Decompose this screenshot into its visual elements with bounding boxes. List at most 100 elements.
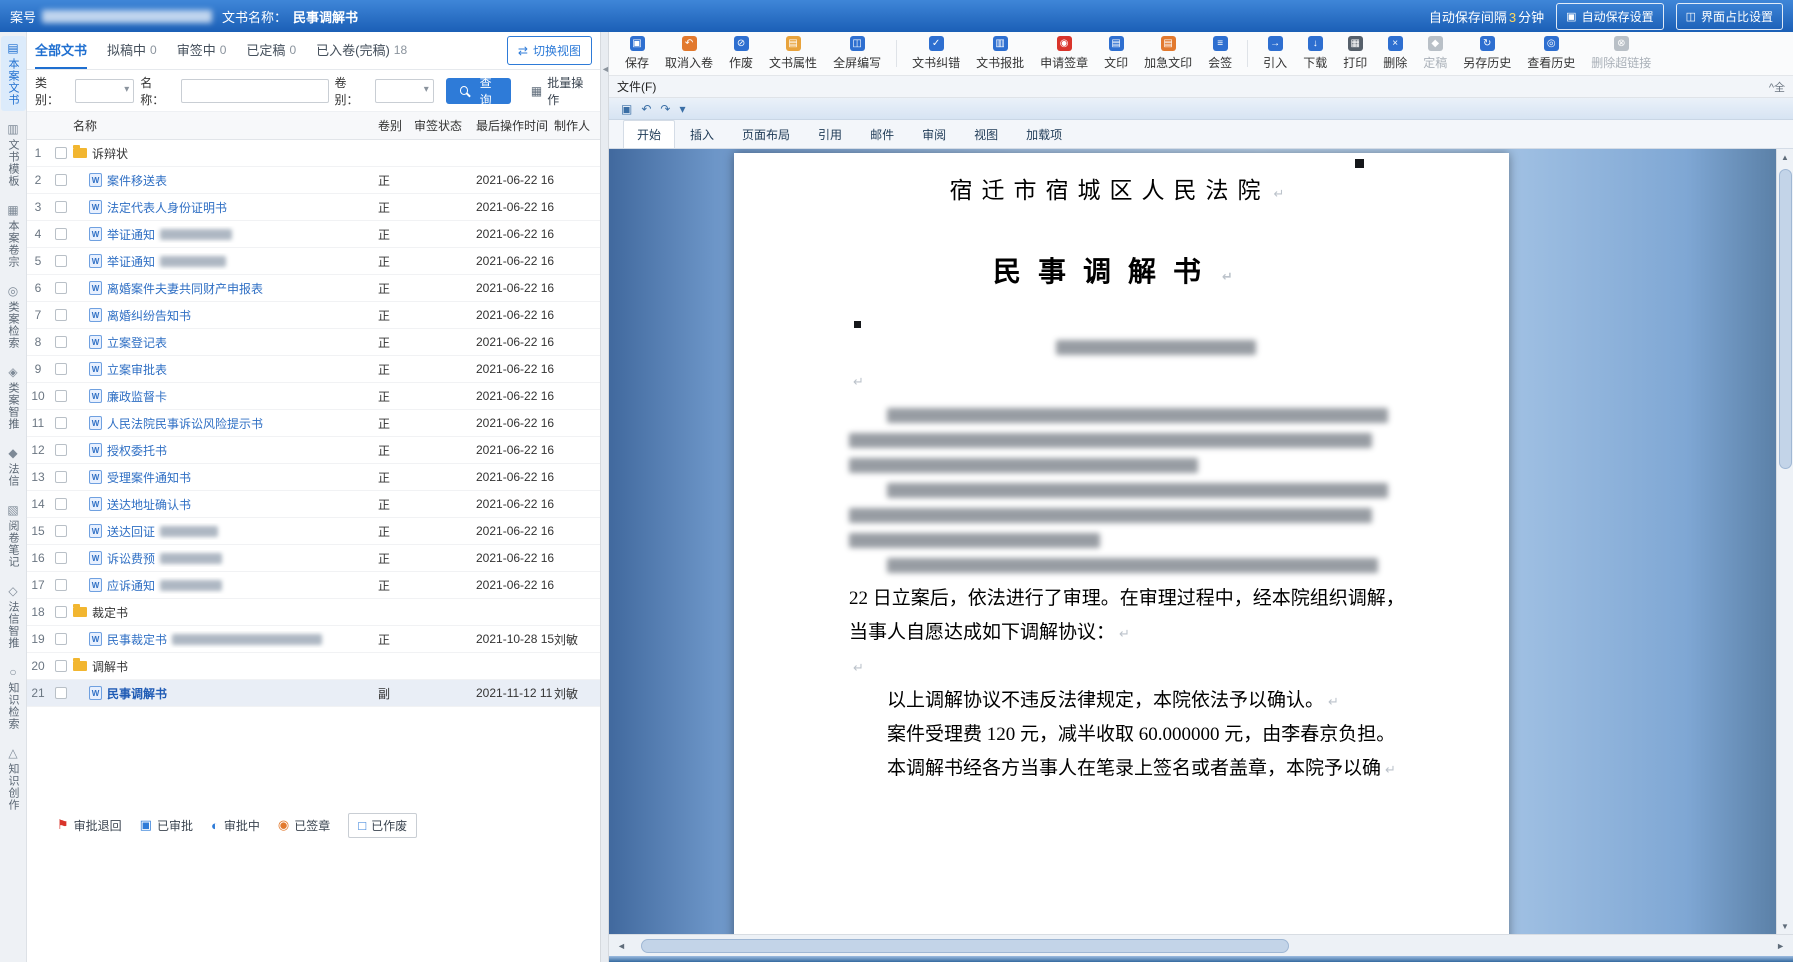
doc-link[interactable]: W案件移送表	[73, 172, 378, 189]
vertical-scrollbar[interactable]: ▲ ▼	[1776, 149, 1793, 934]
table-row[interactable]: 6W离婚案件夫妻共同财产申报表正2021-06-22 16	[27, 275, 600, 302]
sidebar-item-similar-case-search[interactable]: ◎类案检索	[1, 279, 26, 354]
file-menu[interactable]: 文件(F)	[617, 78, 656, 95]
row-checkbox[interactable]	[49, 309, 73, 321]
delete-button[interactable]: ×删除	[1375, 34, 1415, 73]
doc-link[interactable]: W人民法院民事诉讼风险提示书	[73, 415, 378, 432]
doc-link[interactable]: W民事裁定书	[73, 631, 378, 648]
row-checkbox[interactable]	[49, 390, 73, 402]
table-row[interactable]: 18裁定书	[27, 599, 600, 626]
remove-hyperlinks-button[interactable]: ⊗删除超链接	[1583, 34, 1659, 73]
download-button[interactable]: ↓下载	[1295, 34, 1335, 73]
scroll-right-icon[interactable]: ►	[1771, 941, 1790, 951]
ribbon-tab-references[interactable]: 引用	[805, 121, 855, 148]
doc-link[interactable]: W离婚案件夫妻共同财产申报表	[73, 280, 378, 297]
doc-link[interactable]: W法定代表人身份证明书	[73, 199, 378, 216]
document-page[interactable]: 宿迁市宿城区人民法院 民事调解书 22 日立案后，依法进行了审理。在审理过程中，…	[734, 153, 1509, 934]
row-checkbox[interactable]	[49, 174, 73, 186]
customize-icon[interactable]: ▾	[679, 102, 685, 116]
row-checkbox[interactable]	[49, 606, 73, 618]
switch-view-button[interactable]: ⇄切换视图	[507, 36, 592, 65]
vscroll-thumb[interactable]	[1779, 169, 1792, 469]
sidebar-item-case-files[interactable]: ▦本案卷宗	[1, 198, 26, 273]
table-row[interactable]: 3W法定代表人身份证明书正2021-06-22 16	[27, 194, 600, 221]
save-icon[interactable]: ▣	[621, 102, 632, 116]
table-row[interactable]: 14W送达地址确认书正2021-06-22 16	[27, 491, 600, 518]
scroll-left-icon[interactable]: ◄	[612, 941, 631, 951]
row-checkbox[interactable]	[49, 525, 73, 537]
doc-link[interactable]: W送达地址确认书	[73, 496, 378, 513]
doc-link[interactable]: W举证通知	[73, 226, 378, 243]
table-row[interactable]: 9W立案审批表正2021-06-22 16	[27, 356, 600, 383]
doc-link[interactable]: W受理案件通知书	[73, 469, 378, 486]
row-checkbox[interactable]	[49, 633, 73, 645]
sidebar-item-faxin[interactable]: ◆法信	[1, 441, 26, 492]
table-row[interactable]: 8W立案登记表正2021-06-22 16	[27, 329, 600, 356]
row-checkbox[interactable]	[49, 201, 73, 213]
row-checkbox[interactable]	[49, 147, 73, 159]
ribbon-tab-review[interactable]: 审阅	[909, 121, 959, 148]
ribbon-tab-view[interactable]: 视图	[961, 121, 1011, 148]
ribbon-tab-add-ins[interactable]: 加载项	[1013, 121, 1075, 148]
row-checkbox[interactable]	[49, 282, 73, 294]
row-checkbox[interactable]	[49, 660, 73, 672]
apply-seal-button[interactable]: ◉申请签章	[1032, 34, 1096, 73]
doc-approval-button[interactable]: ▥文书报批	[968, 34, 1032, 73]
row-checkbox[interactable]	[49, 687, 73, 699]
row-checkbox[interactable]	[49, 471, 73, 483]
scroll-up-icon[interactable]: ▲	[1778, 149, 1793, 165]
table-row[interactable]: 19W民事裁定书正2021-10-28 15刘敏	[27, 626, 600, 653]
horizontal-scrollbar[interactable]: ◄ ►	[609, 934, 1793, 956]
sidebar-item-doc-templates[interactable]: ▥文书模板	[1, 117, 26, 192]
folder-name[interactable]: 裁定书	[73, 604, 378, 621]
table-row[interactable]: 4W举证通知正2021-06-22 16	[27, 221, 600, 248]
save-button[interactable]: ▣保存	[617, 34, 657, 73]
tab-filed[interactable]: 已入卷(完稿)18	[316, 32, 407, 69]
folder-name[interactable]: 诉辩状	[73, 145, 378, 162]
row-checkbox[interactable]	[49, 363, 73, 375]
table-row[interactable]: 11W人民法院民事诉讼风险提示书正2021-06-22 16	[27, 410, 600, 437]
tab-signing[interactable]: 审签中0	[177, 32, 227, 69]
undo-icon[interactable]: ↶	[641, 102, 651, 116]
doc-link[interactable]: W诉讼费预	[73, 550, 378, 567]
countersign-button[interactable]: ≡会签	[1200, 34, 1240, 73]
doc-link[interactable]: W廉政监督卡	[73, 388, 378, 405]
print-button[interactable]: ▦打印	[1335, 34, 1375, 73]
row-checkbox[interactable]	[49, 336, 73, 348]
category-select[interactable]: ▾	[75, 79, 134, 103]
doc-link[interactable]: W立案登记表	[73, 334, 378, 351]
doc-link[interactable]: W立案审批表	[73, 361, 378, 378]
ui-scale-settings-button[interactable]: ◫界面占比设置	[1676, 3, 1783, 30]
table-row[interactable]: 1诉辩状	[27, 140, 600, 167]
sidebar-item-case-documents[interactable]: ▤本案文书	[1, 36, 26, 111]
table-row[interactable]: 17W应诉通知正2021-06-22 16	[27, 572, 600, 599]
urgent-print-button[interactable]: ▤加急文印	[1136, 34, 1200, 73]
table-row[interactable]: 16W诉讼费预正2021-06-22 16	[27, 545, 600, 572]
void-button[interactable]: ⊘作废	[721, 34, 761, 73]
sidebar-item-reading-notes[interactable]: ▧阅卷笔记	[1, 498, 26, 573]
tab-drafting[interactable]: 拟稿中0	[107, 32, 157, 69]
doc-link[interactable]: W举证通知	[73, 253, 378, 270]
ribbon-tab-mailings[interactable]: 邮件	[857, 121, 907, 148]
redo-icon[interactable]: ↷	[660, 102, 670, 116]
import-button[interactable]: →引入	[1255, 34, 1295, 73]
ribbon-tab-insert[interactable]: 插入	[677, 121, 727, 148]
autosave-settings-button[interactable]: ▣自动保存设置	[1556, 3, 1663, 30]
table-row[interactable]: 13W受理案件通知书正2021-06-22 16	[27, 464, 600, 491]
row-checkbox[interactable]	[49, 552, 73, 564]
batch-operations-button[interactable]: ▦批量操作	[531, 74, 592, 108]
table-row[interactable]: 15W送达回证正2021-06-22 16	[27, 518, 600, 545]
table-row[interactable]: 21W民事调解书副2021-11-12 11刘敏	[27, 680, 600, 707]
table-row[interactable]: 10W廉政监督卡正2021-06-22 16	[27, 383, 600, 410]
row-checkbox[interactable]	[49, 228, 73, 240]
scroll-down-icon[interactable]: ▼	[1778, 918, 1793, 934]
volume-select[interactable]: ▾	[375, 79, 434, 103]
save-history-button[interactable]: ↻另存历史	[1455, 34, 1519, 73]
doc-link[interactable]: W应诉通知	[73, 577, 378, 594]
panel-splitter[interactable]: ◄	[601, 32, 609, 962]
table-row[interactable]: 12W授权委托书正2021-06-22 16	[27, 437, 600, 464]
view-history-button[interactable]: ◎查看历史	[1519, 34, 1583, 73]
tab-all[interactable]: 全部文书	[35, 32, 87, 69]
row-checkbox[interactable]	[49, 498, 73, 510]
tab-finalized[interactable]: 已定稿0	[246, 32, 296, 69]
